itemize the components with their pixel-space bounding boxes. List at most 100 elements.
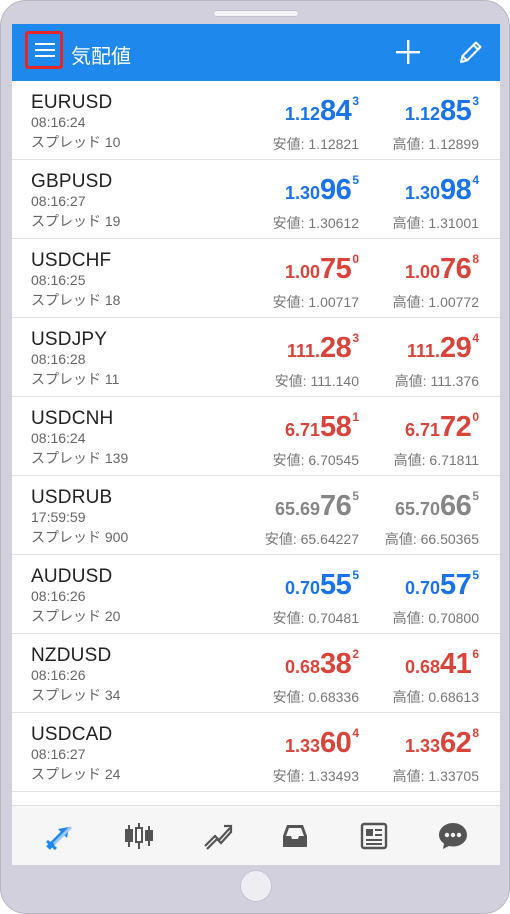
nav-trade[interactable] [202, 820, 234, 852]
quote-time: 08:16:24 [31, 430, 86, 446]
quotes-list: EURUSD 08:16:24 スプレッド 10 1.12843 1.12853… [12, 81, 500, 792]
bid-price-pips: 84 [320, 95, 352, 127]
nav-history[interactable] [279, 820, 311, 852]
nav-quotes[interactable] [44, 820, 76, 852]
bid-price-prefix: 111. [287, 341, 321, 361]
bid-price-pips: 55 [320, 569, 352, 601]
nav-chat[interactable] [437, 820, 469, 852]
bid-price-fraction: 1 [352, 410, 359, 424]
ask-price-pips: 76 [440, 253, 472, 285]
bid-price: 65.69765 [275, 489, 359, 523]
ask-price: 6.71720 [405, 410, 479, 444]
news-icon [360, 822, 388, 850]
bid-price-pips: 28 [320, 332, 352, 364]
quote-row[interactable]: USDRUB 17:59:59 スプレッド 900 65.69765 65.70… [12, 476, 500, 555]
bid-price-fraction: 3 [352, 331, 359, 345]
quote-time: 08:16:26 [31, 588, 86, 604]
add-symbol-button[interactable] [393, 37, 423, 67]
quote-row[interactable]: USDCHF 08:16:25 スプレッド 18 1.00750 1.00768… [12, 239, 500, 318]
ask-price-pips: 29 [440, 332, 472, 364]
app-bar: 気配値 [12, 24, 500, 81]
low-price: 安値: 1.33493 [272, 768, 359, 784]
bottom-navigation [12, 805, 500, 865]
spread-value: スプレッド 139 [31, 450, 129, 466]
candlestick-chart-icon [125, 823, 153, 849]
bid-price-prefix: 65.69 [275, 499, 321, 519]
ask-price: 65.70665 [395, 489, 479, 523]
ask-price: 1.00768 [405, 252, 479, 286]
quote-row[interactable]: USDCAD 08:16:27 スプレッド 24 1.33604 1.33628… [12, 713, 500, 792]
nav-news[interactable] [358, 820, 390, 852]
ask-price-prefix: 6.71 [405, 420, 441, 440]
high-price: 高値: 1.33705 [392, 768, 479, 784]
page-title: 気配値 [71, 46, 131, 68]
ask-price-prefix: 0.70 [405, 578, 441, 598]
ask-price-fraction: 5 [472, 489, 479, 503]
high-price: 高値: 1.31001 [392, 215, 479, 231]
ask-price-fraction: 6 [472, 647, 479, 661]
ask-price-pips: 57 [440, 569, 472, 601]
quote-row[interactable]: AUDUSD 08:16:26 スプレッド 20 0.70555 0.70575… [12, 555, 500, 634]
quote-row[interactable]: EURUSD 08:16:24 スプレッド 10 1.12843 1.12853… [12, 81, 500, 160]
quote-time: 08:16:24 [31, 114, 86, 130]
symbol-name: NZDUSD [31, 645, 112, 666]
low-price: 安値: 1.00717 [272, 294, 359, 310]
high-price: 高値: 66.50365 [384, 531, 479, 547]
chat-icon [439, 823, 467, 849]
ask-price-fraction: 0 [472, 410, 479, 424]
bid-price-pips: 60 [320, 727, 352, 759]
ask-price-prefix: 111. [407, 341, 441, 361]
ask-price-prefix: 65.70 [395, 499, 441, 519]
ask-price: 1.12853 [405, 94, 479, 128]
quote-row[interactable]: USDCNH 08:16:24 スプレッド 139 6.71581 6.7172… [12, 397, 500, 476]
nav-chart[interactable] [123, 820, 155, 852]
bid-price-pips: 58 [320, 411, 352, 443]
ask-price-pips: 62 [440, 727, 472, 759]
bid-price-fraction: 3 [352, 94, 359, 108]
symbol-name: USDCAD [31, 724, 113, 745]
bid-price-fraction: 2 [352, 647, 359, 661]
ask-price-fraction: 8 [472, 726, 479, 740]
ask-price-fraction: 4 [472, 331, 479, 345]
bid-price-fraction: 4 [352, 726, 359, 740]
menu-button[interactable] [25, 31, 63, 69]
low-price: 安値: 0.68336 [272, 689, 359, 705]
quote-row[interactable]: GBPUSD 08:16:27 スプレッド 19 1.30965 1.30984… [12, 160, 500, 239]
home-button[interactable] [240, 870, 272, 902]
bid-price-pips: 75 [320, 253, 352, 285]
pencil-icon [460, 41, 482, 63]
ask-price-fraction: 5 [472, 568, 479, 582]
low-price: 安値: 6.70545 [272, 452, 359, 468]
ask-price-prefix: 1.30 [405, 183, 441, 203]
bid-price-prefix: 1.00 [285, 262, 321, 282]
bid-price: 0.68382 [285, 647, 359, 681]
plus-icon [396, 40, 420, 64]
bid-price-fraction: 5 [352, 489, 359, 503]
symbol-name: AUDUSD [31, 566, 113, 587]
low-price: 安値: 1.12821 [272, 136, 359, 152]
quote-time: 08:16:27 [31, 746, 86, 762]
ask-price: 1.30984 [405, 173, 479, 207]
symbol-name: USDRUB [31, 487, 113, 508]
edit-list-button[interactable] [456, 37, 486, 67]
bid-price-prefix: 6.71 [285, 420, 321, 440]
ask-price-fraction: 8 [472, 252, 479, 266]
ask-price-pips: 41 [440, 648, 472, 680]
ask-price: 111.294 [407, 331, 479, 365]
bid-price-prefix: 1.12 [285, 104, 321, 124]
low-price: 安値: 111.140 [274, 373, 359, 389]
quote-row[interactable]: USDJPY 08:16:28 スプレッド 11 111.283 111.294… [12, 318, 500, 397]
spread-value: スプレッド 19 [31, 213, 121, 229]
quote-time: 08:16:28 [31, 351, 86, 367]
bid-price-pips: 38 [320, 648, 352, 680]
quote-row[interactable]: NZDUSD 08:16:26 スプレッド 34 0.68382 0.68416… [12, 634, 500, 713]
ask-price-fraction: 3 [472, 94, 479, 108]
speaker-grille [213, 10, 299, 17]
ask-price-pips: 72 [440, 411, 472, 443]
ask-price-pips: 98 [440, 174, 472, 206]
high-price: 高値: 111.376 [394, 373, 479, 389]
bid-price-prefix: 0.68 [285, 657, 321, 677]
high-price: 高値: 0.68613 [392, 689, 479, 705]
ask-price-pips: 85 [440, 95, 472, 127]
bid-price-fraction: 5 [352, 568, 359, 582]
